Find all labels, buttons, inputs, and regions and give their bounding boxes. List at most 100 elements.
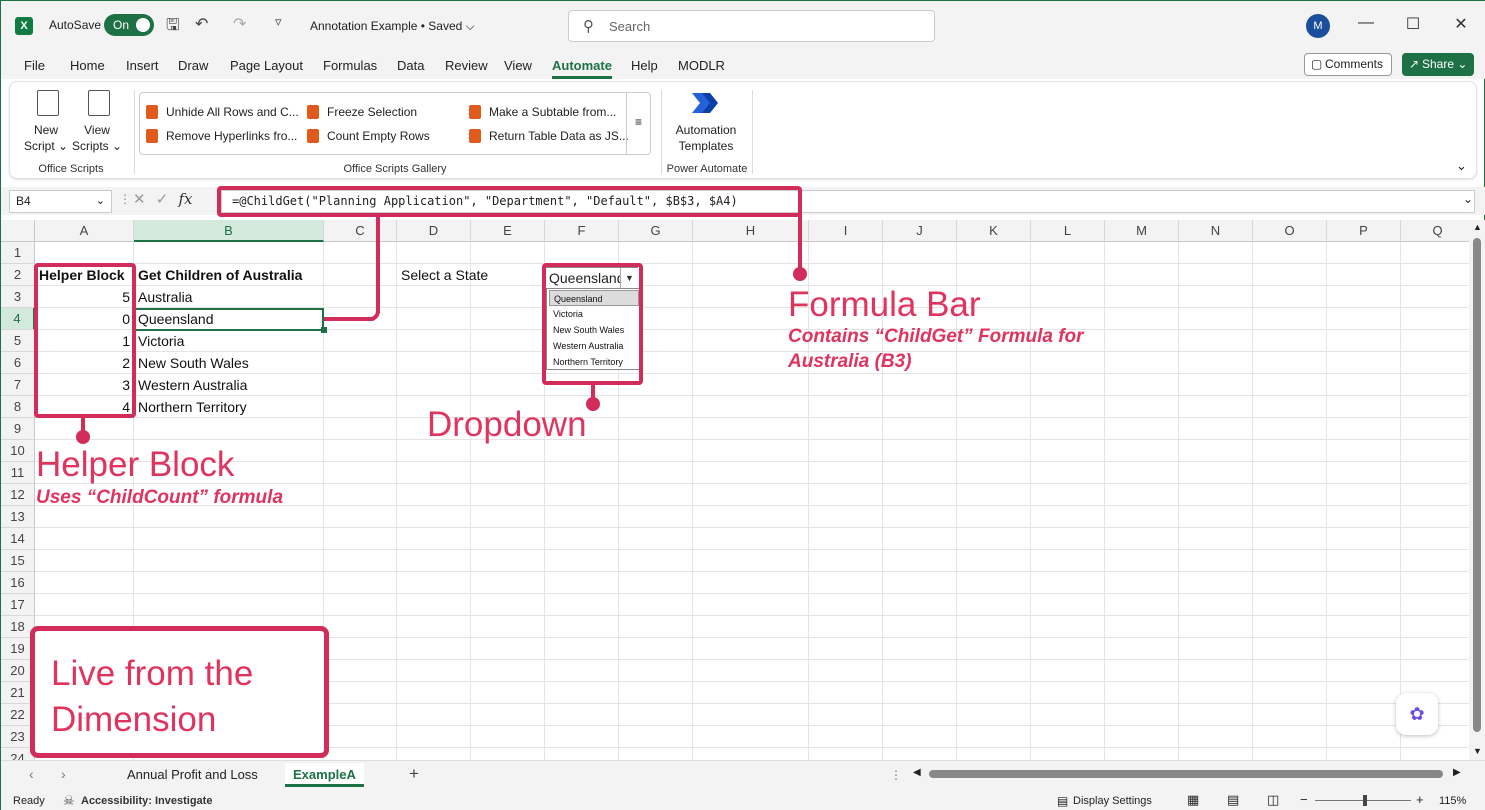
cell-b8[interactable]: Northern Territory bbox=[134, 396, 324, 418]
tab-help[interactable]: Help bbox=[631, 58, 658, 73]
tab-home[interactable]: Home bbox=[70, 58, 105, 73]
tab-modlr[interactable]: MODLR bbox=[678, 58, 725, 73]
accessibility-status[interactable]: Accessibility: Investigate bbox=[81, 795, 212, 807]
row-header-16[interactable]: 16 bbox=[1, 572, 35, 594]
row-header-12[interactable]: 12 bbox=[1, 484, 35, 506]
tab-insert[interactable]: Insert bbox=[126, 58, 159, 73]
row-header-13[interactable]: 13 bbox=[1, 506, 35, 528]
avatar[interactable]: M bbox=[1306, 14, 1330, 38]
cell-d2[interactable]: Select a State bbox=[397, 264, 537, 286]
new-script-button[interactable]: New Script ⌄ bbox=[24, 90, 68, 154]
row-header-10[interactable]: 10 bbox=[1, 440, 35, 462]
zoom-level[interactable]: 115% bbox=[1439, 795, 1466, 807]
vertical-scroll-thumb[interactable] bbox=[1473, 238, 1481, 732]
column-header-d[interactable]: D bbox=[397, 220, 471, 242]
search-input[interactable]: Search bbox=[609, 19, 650, 34]
gallery-item-freeze-selection[interactable]: Freeze Selection bbox=[306, 105, 417, 119]
tab-view[interactable]: View bbox=[504, 58, 532, 73]
sheet-tab-examplea[interactable]: ExampleA bbox=[285, 763, 364, 787]
comments-button[interactable]: Comments bbox=[1304, 53, 1392, 76]
column-header-a[interactable]: A bbox=[35, 220, 134, 242]
row-header-3[interactable]: 3 bbox=[1, 286, 35, 308]
page-break-view-icon[interactable]: ◫ bbox=[1267, 792, 1279, 808]
row-header-6[interactable]: 6 bbox=[1, 352, 35, 374]
name-box[interactable]: B4 ⌄ bbox=[9, 190, 112, 213]
undo-icon[interactable]: ↶ bbox=[195, 14, 208, 34]
column-header-b[interactable]: B bbox=[134, 220, 324, 242]
search-box[interactable]: ⚲ Search bbox=[568, 10, 935, 42]
column-header-p[interactable]: P bbox=[1327, 220, 1401, 242]
column-header-i[interactable]: I bbox=[809, 220, 883, 242]
zoom-slider-thumb[interactable] bbox=[1363, 795, 1367, 806]
fill-handle[interactable] bbox=[321, 327, 327, 333]
autosave-toggle[interactable]: On bbox=[104, 14, 154, 36]
column-header-k[interactable]: K bbox=[957, 220, 1031, 242]
column-header-o[interactable]: O bbox=[1253, 220, 1327, 242]
tab-draw[interactable]: Draw bbox=[178, 58, 208, 73]
document-title[interactable]: Annotation Example • Saved ⌵ bbox=[310, 19, 475, 34]
add-sheet-button[interactable]: + bbox=[409, 764, 419, 784]
horizontal-scroll-thumb[interactable] bbox=[929, 770, 1443, 778]
insert-function-icon[interactable]: fx bbox=[179, 190, 193, 208]
tab-data[interactable]: Data bbox=[397, 58, 424, 73]
gallery-expand-icon[interactable]: ≡ bbox=[626, 92, 650, 155]
gallery-item-return-table-json[interactable]: Return Table Data as JS... bbox=[469, 129, 629, 143]
tab-splitter-icon[interactable]: ⋮ bbox=[890, 768, 902, 782]
row-header-17[interactable]: 17 bbox=[1, 594, 35, 616]
cell-b2[interactable]: Get Children of Australia bbox=[134, 264, 324, 286]
row-header-9[interactable]: 9 bbox=[1, 418, 35, 440]
row-header-1[interactable]: 1 bbox=[1, 242, 35, 264]
minimize-icon[interactable]: — bbox=[1356, 14, 1376, 32]
view-scripts-button[interactable]: View Scripts ⌄ bbox=[72, 90, 122, 154]
row-header-15[interactable]: 15 bbox=[1, 550, 35, 572]
display-settings-button[interactable]: Display Settings bbox=[1073, 795, 1152, 807]
gallery-item-remove-hyperlinks[interactable]: Remove Hyperlinks fro... bbox=[145, 129, 297, 143]
scroll-up-icon[interactable]: ▲ bbox=[1473, 222, 1482, 232]
close-icon[interactable]: ✕ bbox=[1451, 14, 1471, 34]
scroll-left-icon[interactable]: ◀ bbox=[913, 767, 921, 778]
page-layout-view-icon[interactable]: ▤ bbox=[1227, 792, 1239, 808]
enter-icon[interactable]: ✓ bbox=[156, 191, 169, 208]
column-header-l[interactable]: L bbox=[1031, 220, 1105, 242]
gallery-item-count-empty-rows[interactable]: Count Empty Rows bbox=[307, 129, 430, 143]
vertical-scrollbar[interactable]: ▲ ▼ bbox=[1469, 220, 1485, 760]
scroll-right-icon[interactable]: ▶ bbox=[1453, 767, 1461, 778]
row-header-14[interactable]: 14 bbox=[1, 528, 35, 550]
ribbon-collapse-icon[interactable]: ⌄ bbox=[1456, 158, 1467, 174]
column-header-c[interactable]: C bbox=[324, 220, 397, 242]
tab-page-layout[interactable]: Page Layout bbox=[230, 58, 303, 73]
gallery-item-make-subtable[interactable]: Make a Subtable from... bbox=[468, 105, 616, 119]
cell-b7[interactable]: Western Australia bbox=[134, 374, 324, 396]
column-header-m[interactable]: M bbox=[1105, 220, 1179, 242]
row-header-5[interactable]: 5 bbox=[1, 330, 35, 352]
tab-next-icon[interactable]: › bbox=[61, 766, 66, 782]
column-header-f[interactable]: F bbox=[545, 220, 619, 242]
tab-review[interactable]: Review bbox=[445, 58, 488, 73]
row-header-11[interactable]: 11 bbox=[1, 462, 35, 484]
tab-formulas[interactable]: Formulas bbox=[323, 58, 377, 73]
column-header-q[interactable]: Q bbox=[1401, 220, 1469, 242]
customize-icon[interactable]: ▿ bbox=[275, 14, 282, 30]
cell-b3[interactable]: Australia bbox=[134, 286, 324, 308]
scroll-down-icon[interactable]: ▼ bbox=[1473, 746, 1482, 756]
zoom-out-icon[interactable]: − bbox=[1300, 792, 1308, 807]
copilot-icon[interactable]: ✿ bbox=[1396, 693, 1438, 735]
row-header-2[interactable]: 2 bbox=[1, 264, 35, 286]
row-header-7[interactable]: 7 bbox=[1, 374, 35, 396]
column-header-j[interactable]: J bbox=[883, 220, 957, 242]
maximize-icon[interactable]: ☐ bbox=[1403, 14, 1423, 34]
gallery-item-unhide-rows[interactable]: Unhide All Rows and C... bbox=[146, 105, 299, 119]
column-header-g[interactable]: G bbox=[619, 220, 693, 242]
zoom-in-icon[interactable]: + bbox=[1416, 792, 1424, 807]
normal-view-icon[interactable]: ▦ bbox=[1187, 792, 1199, 808]
expand-formula-icon[interactable]: ⌄ bbox=[1463, 192, 1473, 206]
automation-templates-button[interactable]: Automation Templates bbox=[670, 122, 742, 154]
row-header-8[interactable]: 8 bbox=[1, 396, 35, 418]
cell-b6[interactable]: New South Wales bbox=[134, 352, 324, 374]
tab-automate[interactable]: Automate bbox=[552, 58, 612, 79]
column-header-e[interactable]: E bbox=[471, 220, 545, 242]
cell-b5[interactable]: Victoria bbox=[134, 330, 324, 352]
column-header-n[interactable]: N bbox=[1179, 220, 1253, 242]
tab-prev-icon[interactable]: ‹ bbox=[29, 766, 34, 782]
sheet-tab-annual-pl[interactable]: Annual Profit and Loss bbox=[119, 763, 266, 787]
